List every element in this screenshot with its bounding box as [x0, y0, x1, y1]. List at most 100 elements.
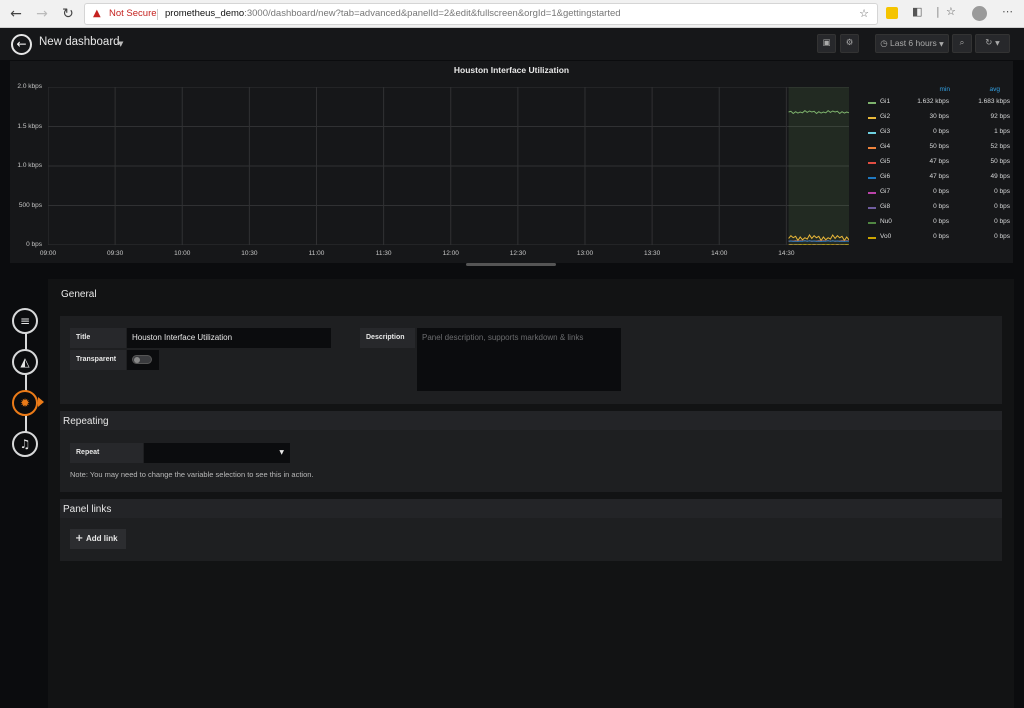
y-tick-label: 1.5 kbps	[17, 122, 42, 130]
legend-avg-value: 50 bps	[990, 158, 1010, 165]
database-icon[interactable]: ≡	[12, 308, 38, 334]
dashboard-navbar: ← New dashboard ▼ ▣ ⚙ ◷ Last 6 hours ▼ ⌕…	[0, 28, 1024, 60]
legend-item[interactable]: Gi8 0 bps 0 bps	[862, 202, 1012, 217]
more-menu-icon[interactable]: ⋯	[1002, 5, 1013, 18]
x-tick-label: 10:00	[174, 250, 191, 257]
profile-avatar[interactable]	[972, 6, 987, 21]
legend-item[interactable]: Gi2 30 bps 92 bps	[862, 112, 1012, 127]
plus-icon: +	[75, 533, 84, 544]
browser-toolbar: ← → ↻ ▲ Not Secure prometheus_demo:3000/…	[0, 0, 1024, 28]
legend-swatch	[868, 177, 876, 179]
transparent-switch-box[interactable]	[127, 350, 159, 370]
description-label: Description	[360, 328, 415, 348]
x-tick-label: 14:30	[778, 250, 795, 257]
panel-links-section	[60, 518, 1002, 561]
description-textarea[interactable]: Panel description, supports markdown & l…	[417, 328, 621, 391]
forward-arrow-icon[interactable]: →	[32, 4, 52, 24]
legend-min-value: 1.632 kbps	[917, 98, 949, 105]
repeat-select[interactable]: ▼	[144, 443, 290, 463]
legend-avg-value: 0 bps	[994, 218, 1010, 225]
legend-series-name[interactable]: Gi3	[880, 128, 890, 135]
favorites-icon[interactable]: ☆	[946, 5, 956, 18]
legend-item[interactable]: Gi5 47 bps 50 bps	[862, 157, 1012, 172]
refresh-icon: ↻	[985, 38, 993, 48]
legend-min-value: 0 bps	[933, 188, 949, 195]
legend-min-header[interactable]: min	[922, 86, 950, 93]
refresh-button[interactable]: ↻ ▼	[975, 34, 1010, 53]
legend-series-name[interactable]: Gi4	[880, 143, 890, 150]
series-line-gi6	[788, 240, 849, 242]
address-bar[interactable]: ▲ Not Secure prometheus_demo:3000/dashbo…	[84, 3, 878, 25]
legend-series-name[interactable]: Gi2	[880, 113, 890, 120]
time-range-label: Last 6 hours	[890, 38, 937, 48]
x-tick-label: 09:30	[106, 250, 124, 257]
url-host: prometheus_demo	[165, 8, 245, 19]
legend-series-name[interactable]: Gi1	[880, 98, 890, 105]
legend-series-name[interactable]: Gi7	[880, 188, 890, 195]
legend-item[interactable]: Gi4 50 bps 52 bps	[862, 142, 1012, 157]
graph-panel: Houston Interface Utilization 2.0 kbps 1.…	[10, 61, 1013, 263]
legend-series-name[interactable]: Gi6	[880, 173, 890, 180]
legend-swatch	[868, 117, 876, 119]
collections-icon[interactable]: ◧	[912, 5, 922, 18]
legend-item[interactable]: Gi1 1.632 kbps 1.683 kbps	[862, 97, 1012, 112]
gear-icon[interactable]: ⚙	[840, 34, 859, 53]
extension-icon[interactable]	[886, 7, 898, 19]
legend-avg-value: 0 bps	[994, 188, 1010, 195]
reload-icon[interactable]: ↻	[58, 4, 78, 24]
legend-item[interactable]: Nu0 0 bps 0 bps	[862, 217, 1012, 232]
legend-avg-value: 0 bps	[994, 233, 1010, 240]
legend-min-value: 47 bps	[929, 158, 949, 165]
x-tick-label: 14:00	[711, 250, 728, 257]
chevron-down-icon: ▼	[279, 449, 284, 456]
clock-icon: ◷	[880, 39, 888, 49]
legend-series-name[interactable]: Vo0	[880, 233, 891, 240]
dashboard-title[interactable]: New dashboard	[39, 36, 120, 48]
legend-series-name[interactable]: Gi8	[880, 203, 890, 210]
panel-resize-handle[interactable]	[466, 263, 556, 266]
legend-swatch	[868, 192, 876, 194]
repeating-heading: Repeating	[63, 416, 109, 427]
y-tick-label: 2.0 kbps	[17, 83, 42, 90]
chevron-down-icon[interactable]: ▼	[118, 40, 123, 48]
title-input[interactable]: Houston Interface Utilization	[127, 328, 331, 348]
repeating-header	[60, 411, 1002, 430]
save-icon[interactable]: ▣	[817, 34, 836, 53]
panel-title[interactable]: Houston Interface Utilization	[10, 65, 1013, 75]
zoom-out-icon[interactable]: ⌕	[952, 34, 972, 53]
transparent-toggle[interactable]	[132, 355, 152, 364]
back-circle-icon[interactable]: ←	[11, 34, 32, 55]
panel-links-header	[60, 499, 1002, 518]
panel-links-heading: Panel links	[63, 504, 112, 515]
legend-item[interactable]: Gi3 0 bps 1 bps	[862, 127, 1012, 142]
repeat-label: Repeat	[70, 443, 143, 463]
legend-item[interactable]: Gi7 0 bps 0 bps	[862, 187, 1012, 202]
plot-area[interactable]	[48, 87, 849, 245]
time-picker-button[interactable]: ◷ Last 6 hours ▼	[875, 34, 949, 53]
legend-item[interactable]: Gi6 47 bps 49 bps	[862, 172, 1012, 187]
legend-swatch	[868, 147, 876, 149]
legend-series-name[interactable]: Nu0	[880, 218, 892, 225]
url-text[interactable]: prometheus_demo:3000/dashboard/new?tab=a…	[165, 4, 621, 24]
cog-icon[interactable]: ✹	[12, 390, 38, 416]
x-tick-label: 11:00	[308, 250, 325, 257]
legend-series-name[interactable]: Gi5	[880, 158, 890, 165]
divider-icon: |	[936, 5, 940, 18]
legend-item[interactable]: Vo0 0 bps 0 bps	[862, 232, 1012, 247]
x-tick-label: 12:00	[442, 250, 459, 257]
chevron-down-icon: ▼	[939, 41, 944, 48]
x-tick-label: 13:30	[643, 250, 661, 257]
bell-icon[interactable]: ♫	[12, 431, 38, 457]
back-arrow-icon[interactable]: ←	[6, 4, 26, 24]
legend-min-value: 0 bps	[933, 233, 949, 240]
bookmark-star-icon[interactable]: ☆	[859, 4, 869, 24]
add-link-button[interactable]: + Add link	[70, 529, 126, 549]
chevron-down-icon: ▼	[995, 40, 1000, 47]
data-range-shade	[788, 87, 849, 245]
legend-avg-value: 52 bps	[990, 143, 1010, 150]
legend-min-value: 47 bps	[929, 173, 949, 180]
legend-avg-header[interactable]: avg	[972, 86, 1000, 93]
add-link-label: Add link	[86, 534, 118, 543]
chart-area-icon[interactable]: ◭	[12, 349, 38, 375]
url-divider	[157, 9, 158, 20]
